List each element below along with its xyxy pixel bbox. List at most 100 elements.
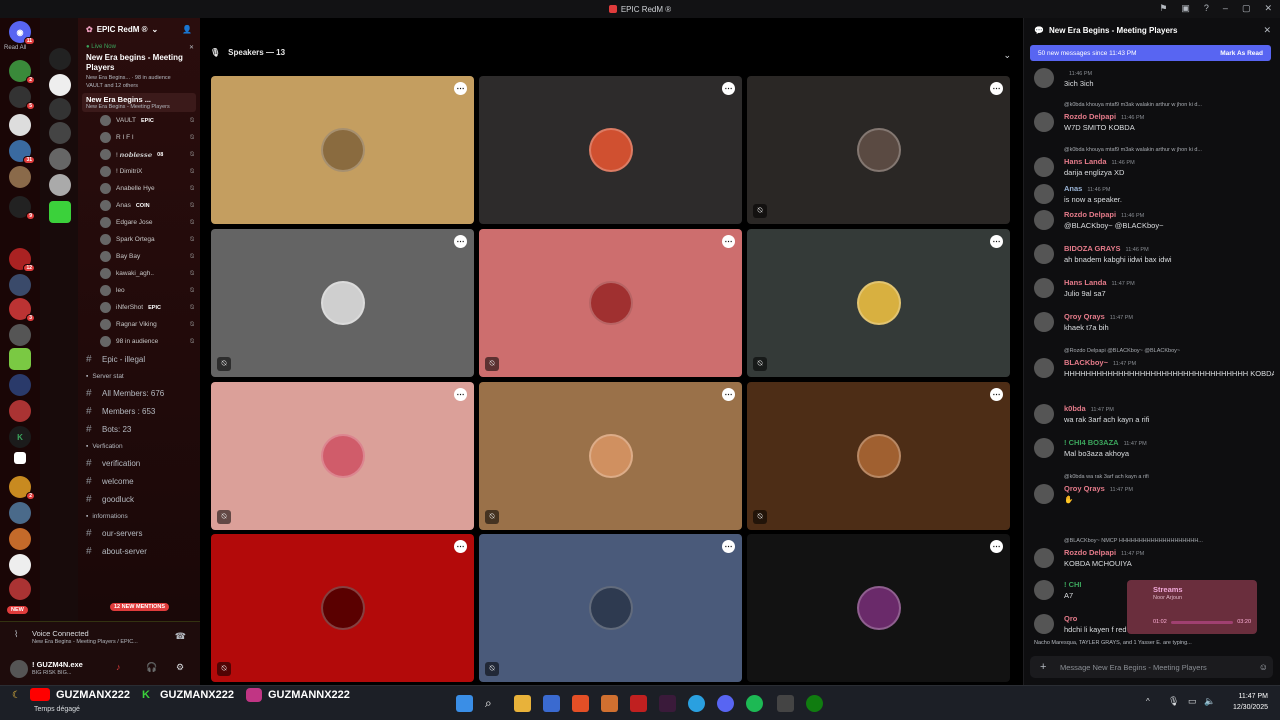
channel-category[interactable]: ▪ Server stat xyxy=(78,368,200,384)
new-messages-bar[interactable]: 50 new messages since 11:43 PM Mark As Re… xyxy=(1030,45,1271,61)
more-options-icon[interactable]: ⋯ xyxy=(454,82,467,95)
volume-icon[interactable]: 🔈 xyxy=(1204,696,1215,707)
inbox-icon[interactable]: ⚑ xyxy=(1159,3,1167,14)
mute-icon[interactable]: ♪ xyxy=(116,662,121,672)
start-icon[interactable] xyxy=(456,695,473,712)
speaker-tile[interactable]: ⋯ ⍉ xyxy=(479,382,742,530)
speaker-tile[interactable]: ⋯ ⍉ xyxy=(747,229,1010,377)
server-icon[interactable] xyxy=(14,452,26,464)
message-author[interactable]: Anas xyxy=(1064,184,1082,193)
file-explorer-icon[interactable] xyxy=(514,695,531,712)
more-options-icon[interactable]: ⋯ xyxy=(990,540,1003,553)
avatar[interactable] xyxy=(1034,358,1054,378)
help-icon[interactable]: ? xyxy=(1204,3,1209,14)
music-stream-widget[interactable]: Streams Noor Arjoun 01:02 03:20 xyxy=(1127,580,1257,634)
add-attachment-icon[interactable]: + xyxy=(1040,661,1046,673)
avatar[interactable] xyxy=(1034,484,1054,504)
more-options-icon[interactable]: ⋯ xyxy=(722,235,735,248)
more-options-icon[interactable]: ⋯ xyxy=(990,235,1003,248)
server-icon[interactable]: 12 xyxy=(9,248,35,272)
message-author[interactable]: Qro xyxy=(1064,614,1077,623)
avatar[interactable] xyxy=(1034,184,1054,204)
avatar[interactable] xyxy=(1034,68,1054,88)
mark-as-read-button[interactable]: Mark As Read xyxy=(1220,50,1263,57)
home-button[interactable]: ◉ 11 xyxy=(9,21,35,45)
avatar[interactable] xyxy=(1034,404,1054,424)
channel-item[interactable]: # welcome xyxy=(78,472,200,490)
server-icon[interactable] xyxy=(49,122,71,144)
server-icon[interactable]: 5 xyxy=(9,86,35,110)
speaker-tile[interactable]: ⋯ ⍉ xyxy=(211,534,474,682)
channel-item[interactable]: # verification xyxy=(78,454,200,472)
avatar[interactable] xyxy=(1034,614,1054,634)
avatar[interactable] xyxy=(1034,548,1054,568)
reply-preview[interactable]: @k0bda wa rak 3arf ach kayn a rifi xyxy=(1064,474,1274,480)
voice-member[interactable]: iNferShot EPIC ⍉ xyxy=(78,299,200,316)
server-icon[interactable] xyxy=(9,348,31,370)
speaker-tile[interactable]: ⋯ ⍉ xyxy=(747,382,1010,530)
add-member-icon[interactable]: 👤 xyxy=(182,25,192,34)
more-options-icon[interactable]: ⋯ xyxy=(454,235,467,248)
server-icon[interactable] xyxy=(49,148,71,170)
message-author[interactable]: Rozdo Delpapi xyxy=(1064,548,1116,557)
channel-item[interactable]: # Members : 653 xyxy=(78,402,200,420)
channel-item[interactable]: # Bots: 23 xyxy=(78,420,200,438)
server-icon[interactable] xyxy=(49,74,71,96)
server-icon[interactable] xyxy=(49,98,71,120)
server-icon[interactable] xyxy=(9,374,31,396)
channel-item[interactable]: # All Members: 676 xyxy=(78,384,200,402)
server-icon[interactable] xyxy=(9,554,31,576)
stage-title[interactable]: New Era begins - Meeting Players xyxy=(86,53,200,73)
headset-icon[interactable]: 🎧 xyxy=(146,662,157,673)
channel-item[interactable]: # goodluck xyxy=(78,490,200,508)
disconnect-icon[interactable]: ☎ xyxy=(175,631,186,642)
search-icon[interactable]: ⌕ xyxy=(485,695,502,712)
speaker-tile[interactable]: ⋯ ⍉ xyxy=(747,76,1010,224)
avatar[interactable] xyxy=(10,660,28,678)
server-icon[interactable] xyxy=(9,400,31,422)
more-options-icon[interactable]: ⋯ xyxy=(454,540,467,553)
new-mentions-badge[interactable]: 12 NEW MENTIONS xyxy=(110,603,170,611)
settings-gear-icon[interactable]: ⚙ xyxy=(176,662,184,673)
voice-member[interactable]: kawaki_agh.. ⍉ xyxy=(78,265,200,282)
app-icon[interactable] xyxy=(777,695,794,712)
voice-member[interactable]: Edgare Jose ⍉ xyxy=(78,214,200,231)
server-icon[interactable] xyxy=(9,274,31,296)
voice-member[interactable]: ! 𝙣𝙤𝙗𝙡𝙚𝙨𝙨𝙚 08 ⍉ xyxy=(78,146,200,163)
more-options-icon[interactable]: ⋯ xyxy=(990,388,1003,401)
server-icon[interactable] xyxy=(9,578,31,600)
voice-channel-active[interactable]: New Era Begins ... New Era Begins - Meeti… xyxy=(82,93,196,112)
message-author[interactable]: ! CHI4 BO3AZA xyxy=(1064,438,1119,447)
server-icon[interactable]: 31 xyxy=(9,140,35,164)
server-icon[interactable] xyxy=(49,174,71,196)
channel-item[interactable]: # our-servers xyxy=(78,524,200,542)
speaker-tile[interactable]: ⋯ ⍉ xyxy=(479,229,742,377)
screen-icon[interactable]: ▣ xyxy=(1181,3,1190,14)
voice-member[interactable]: Anabelle Hye ⍉ xyxy=(78,180,200,197)
voice-member[interactable]: leo ⍉ xyxy=(78,282,200,299)
reply-preview[interactable]: @Rozdo Delpapi @BLACKboy~ @BLACKboy~ xyxy=(1064,348,1274,354)
avatar[interactable] xyxy=(1034,438,1054,458)
more-options-icon[interactable]: ⋯ xyxy=(722,540,735,553)
message-author[interactable]: BLACKboy~ xyxy=(1064,358,1108,367)
server-icon[interactable] xyxy=(49,48,71,70)
avatar[interactable] xyxy=(1034,278,1054,298)
message-author[interactable]: k0bda xyxy=(1064,404,1086,413)
voice-member[interactable]: Anas COIN ⍉ xyxy=(78,197,200,214)
channel-item[interactable]: # Epic - illegal xyxy=(78,350,200,368)
channel-item[interactable]: # about-server xyxy=(78,542,200,560)
close-icon[interactable]: ✕ xyxy=(189,44,194,51)
app-icon[interactable] xyxy=(659,695,676,712)
server-icon[interactable]: K xyxy=(9,426,31,448)
speaker-tile[interactable]: ⋯ xyxy=(479,76,742,224)
minimize-button[interactable]: – xyxy=(1223,3,1228,14)
avatar[interactable] xyxy=(1034,244,1054,264)
message-author[interactable]: ! CHI xyxy=(1064,580,1082,589)
server-icon[interactable] xyxy=(9,528,31,550)
message-author[interactable]: Hans Landa xyxy=(1064,157,1107,166)
message-author[interactable]: BIDOZA GRAYS xyxy=(1064,244,1121,253)
voice-member[interactable]: Ragnar Viking ⍉ xyxy=(78,316,200,333)
message-author[interactable]: Qroy Qrays xyxy=(1064,312,1105,321)
voice-member[interactable]: Spark Ortega ⍉ xyxy=(78,231,200,248)
avatar[interactable] xyxy=(1034,580,1054,600)
